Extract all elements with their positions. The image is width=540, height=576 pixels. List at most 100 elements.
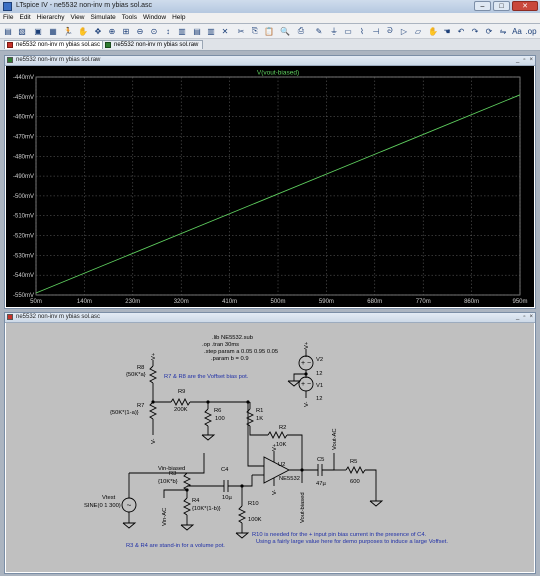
undo-icon[interactable]: ↶	[456, 26, 466, 36]
mirror-icon[interactable]: ⇋	[498, 26, 508, 36]
capacitor-icon[interactable]: ⊣	[371, 26, 381, 36]
pan-icon[interactable]: ✥	[93, 26, 103, 36]
schematic-minimize-button[interactable]: _	[516, 314, 519, 321]
zoom-in-icon[interactable]: ⊕	[107, 26, 117, 36]
settings-icon[interactable]: ▦	[48, 26, 58, 36]
tile-horizontal-icon[interactable]: ▤	[192, 26, 202, 36]
menu-help[interactable]: Help	[169, 13, 188, 23]
directive-step[interactable]: .step param a 0.05 0.95 0.05	[204, 349, 278, 355]
menu-hierarchy[interactable]: Hierarchy	[34, 13, 68, 23]
r2-output-wire	[287, 434, 303, 470]
net-vplus-top: V+	[151, 352, 157, 360]
save-icon[interactable]: ▣	[33, 26, 43, 36]
label-net-icon[interactable]: ▭	[343, 26, 353, 36]
x-tick-label: 770m	[416, 299, 431, 305]
waveform-window-controls: _ ▫ ×	[516, 57, 533, 64]
redo-icon[interactable]: ↷	[470, 26, 480, 36]
diode-icon[interactable]: ▷	[399, 26, 409, 36]
inductor-icon[interactable]: ᘐ	[385, 26, 395, 36]
y-tick-label: -520mV	[13, 234, 34, 240]
waveform-window: ne5532 non-inv m ybias sol.raw _ ▫ × -44…	[4, 55, 536, 309]
menu-simulate[interactable]: Simulate	[87, 13, 118, 23]
r5-body	[345, 465, 366, 475]
cut-icon[interactable]: ✂	[236, 26, 246, 36]
junction-r3-r4	[185, 488, 189, 492]
x-tick-label: 590m	[319, 299, 334, 305]
waveform-close-button[interactable]: ×	[529, 57, 533, 64]
y-tick-label: -470mV	[13, 134, 34, 140]
resistor-icon[interactable]: ⌇	[357, 26, 367, 36]
r3-body	[182, 472, 192, 491]
waveform-minimize-button[interactable]: _	[516, 57, 519, 64]
r4-body	[182, 497, 192, 516]
r5-ground	[369, 500, 384, 507]
directive-tran[interactable]: .op .tran 30ms	[202, 342, 239, 348]
wire-icon[interactable]: ✎	[314, 26, 324, 36]
r2-ref: R2	[279, 425, 286, 431]
r3-value: {10K*b}	[158, 479, 178, 485]
tab-waveform[interactable]: ne5532 non-inv m ybias sol.raw	[102, 40, 204, 49]
ground-icon[interactable]: ⏚	[329, 26, 339, 36]
open-icon[interactable]: ▤	[3, 26, 13, 36]
r9-ref: R9	[178, 389, 185, 395]
schematic-window-controls: _ ▫ ×	[516, 314, 533, 321]
menu-view[interactable]: View	[68, 13, 88, 23]
tile-vertical-icon[interactable]: ▥	[206, 26, 216, 36]
vtest-ref: Vtest	[102, 495, 116, 501]
x-tick-label: 50m	[30, 299, 42, 305]
schematic-close-button[interactable]: ×	[529, 314, 533, 321]
tab-schematic[interactable]: ne5532 non-inv m ybias sol.asc	[4, 40, 106, 49]
paste-icon[interactable]: 📋	[264, 26, 274, 36]
component-icon[interactable]: ▱	[413, 26, 423, 36]
chart-title: V(vout-biased)	[257, 70, 299, 77]
r6-ground	[201, 434, 216, 441]
copy-icon[interactable]: ⎘	[250, 26, 260, 36]
zoom-fit-icon[interactable]: ⊙	[149, 26, 159, 36]
print-icon[interactable]: ⎙	[296, 26, 306, 36]
menu-file[interactable]: File	[0, 13, 16, 23]
zoom-area-icon[interactable]: ⊞	[121, 26, 131, 36]
halt-icon[interactable]: ✋	[78, 26, 88, 36]
schematic-restore-button[interactable]: ▫	[523, 314, 525, 321]
text-icon[interactable]: Aa	[512, 26, 522, 36]
run-icon[interactable]: 🏃	[63, 26, 73, 36]
app-title: LTspice IV - ne5532 non-inv m ybias sol.…	[16, 2, 153, 9]
menu-tools[interactable]: Tools	[119, 13, 140, 23]
move-icon[interactable]: ✋	[428, 26, 438, 36]
cascade-icon[interactable]: ▥	[177, 26, 187, 36]
supply-ground	[287, 380, 302, 387]
net-vin-ac: Vin-AC	[162, 508, 168, 526]
u2-value: NE5532	[279, 476, 300, 482]
junction-vout	[300, 468, 304, 472]
waveform-window-icon	[7, 57, 13, 63]
rotate-icon[interactable]: ⟳	[484, 26, 494, 36]
drag-icon[interactable]: ☚	[442, 26, 452, 36]
r2-body	[267, 430, 288, 440]
close-button[interactable]: ✕	[512, 1, 538, 11]
find-icon[interactable]: 🔍	[280, 26, 290, 36]
schematic-canvas[interactable]: + − + − ~ .lib NE5532.sub .op .tran 30ms…	[6, 323, 534, 572]
c4-node-wire	[228, 475, 253, 487]
menu-window[interactable]: Window	[140, 13, 169, 23]
directive-lib[interactable]: .lib NE5532.sub	[212, 335, 253, 341]
waveform-restore-button[interactable]: ▫	[523, 57, 525, 64]
r6-body	[203, 408, 213, 427]
zoom-out-icon[interactable]: ⊖	[135, 26, 145, 36]
r1-body	[245, 408, 255, 427]
maximize-button[interactable]: □	[493, 1, 510, 11]
tab-waveform-label: ne5532 non-inv m ybias sol.raw	[114, 42, 199, 48]
spice-directive-icon[interactable]: .op	[525, 26, 536, 36]
schematic-window-icon	[7, 314, 13, 320]
directive-param[interactable]: .param b = 0.9	[211, 356, 249, 362]
r6-ref: R6	[214, 408, 221, 414]
autorange-icon[interactable]: ↕	[163, 26, 173, 36]
new-schematic-icon[interactable]: ▧	[17, 26, 27, 36]
minimize-button[interactable]: –	[474, 1, 491, 11]
net-vout-biased: Vout-biased	[300, 492, 306, 523]
close-window-icon[interactable]: ✕	[220, 26, 230, 36]
menu-edit[interactable]: Edit	[16, 13, 33, 23]
y-tick-label: -450mV	[13, 95, 34, 101]
r1-value: 1K	[256, 416, 263, 422]
waveform-file-icon	[105, 42, 111, 48]
plot-area[interactable]: -440mV -450mV -460mV -470mV -480mV -490mV -500…	[6, 66, 534, 307]
